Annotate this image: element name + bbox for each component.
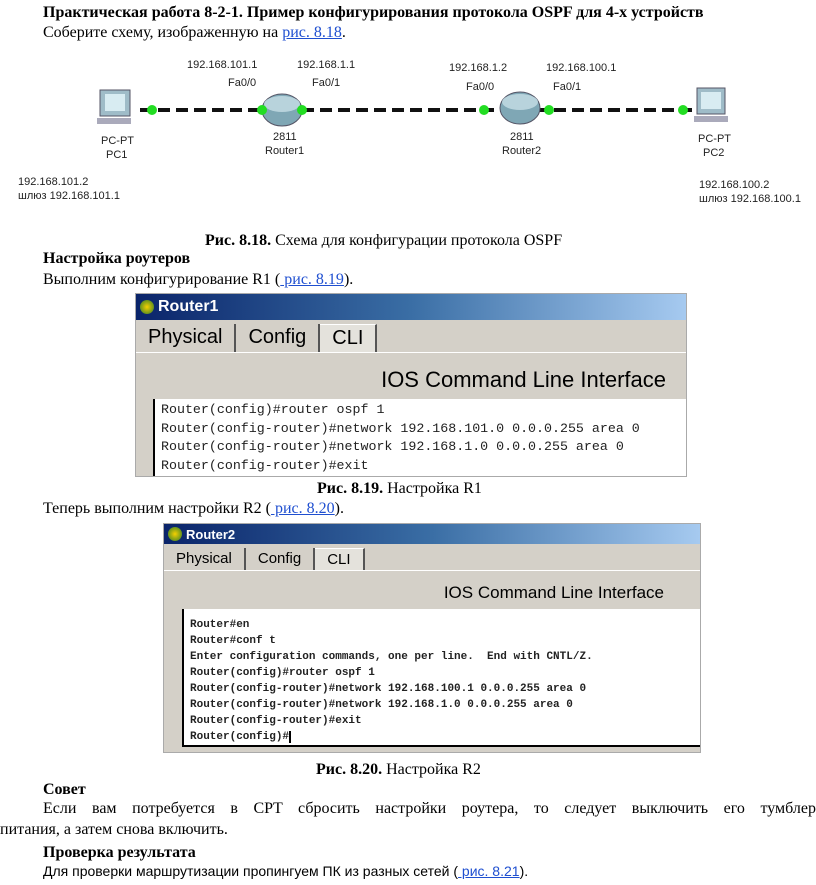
cli-console[interactable]: Router#en Router#conf t Enter configuratio…: [182, 609, 700, 747]
cli-header: IOS Command Line Interface: [443, 583, 664, 602]
caption-num: Рис. 8.20.: [316, 761, 383, 778]
pc1-icon[interactable]: [97, 89, 131, 124]
caption-num: Рис. 8.18.: [205, 232, 272, 249]
pc2-gateway: шлюз 192.168.100.1: [699, 193, 801, 205]
r2-intro-end: ).: [334, 500, 344, 517]
section-router-setup: Настройка роутеров: [43, 250, 191, 267]
tip-line-2: питания, а затем снова включить.: [0, 821, 228, 838]
fig-820-link[interactable]: рис. 8.20: [271, 500, 335, 517]
router1-window: Router1 Physical Config CLI IOS Command …: [135, 293, 687, 477]
r2-fa00-ip: 192.168.1.2: [449, 62, 507, 74]
router2-tabs: Physical Config CLI: [164, 548, 700, 571]
r1-intro-end: ).: [343, 271, 354, 288]
cli-console[interactable]: Router(config)#router ospf 1 Router(confi…: [153, 399, 686, 476]
router1-tabs: Physical Config CLI: [136, 324, 686, 353]
page-heading: Практическая работа 8-2-1. Пример конфиг…: [43, 4, 704, 21]
router2-titlebar: Router2: [164, 524, 700, 544]
window-title: Router2: [186, 526, 236, 542]
cli-line: Router(config-router)#network 192.168.1.…: [190, 699, 573, 711]
pc2-ip: 192.168.100.2: [699, 179, 769, 191]
fig-821-link[interactable]: рис. 8.21: [458, 863, 520, 879]
router1-icon[interactable]: [261, 93, 303, 127]
caption-text: Настройка R1: [383, 480, 482, 497]
r2-intro: Теперь выполним настройки R2 ( рис. 8.20…: [43, 499, 344, 518]
fig-819-caption: Рис. 8.19. Настройка R1: [317, 479, 482, 498]
check-end: ).: [519, 863, 529, 879]
cli-line: Router(config-router)#exit: [190, 715, 362, 727]
pc1-name: PC1: [106, 149, 127, 161]
pc1-type: PC-PT: [101, 135, 134, 147]
r2-model: 2811: [510, 131, 534, 143]
network-diagram: 192.168.101.1 Fa0/0 192.168.1.1 Fa0/1 19…: [18, 59, 801, 205]
tab-config[interactable]: Config: [236, 324, 321, 352]
r1-model: 2811: [273, 131, 297, 143]
router2-icon[interactable]: [499, 91, 541, 125]
r1-fa00-ip: 192.168.101.1: [187, 59, 257, 71]
r1-name: Router1: [265, 145, 304, 157]
tab-config[interactable]: Config: [246, 548, 316, 570]
cli-line: Router(config)#router ospf 1: [190, 667, 375, 679]
caption-text: Схема для конфигурации протокола OSPF: [271, 232, 563, 249]
check-line: Для проверки маршрутизации пропингуем ПК…: [43, 862, 528, 881]
r2-fa01-ip: 192.168.100.1: [546, 62, 616, 74]
cli-line: Router(config)#router ospf 1: [161, 402, 385, 417]
cli-line: Router(config-router)#exit: [161, 457, 369, 473]
tab-physical[interactable]: Physical: [136, 324, 237, 352]
tab-physical[interactable]: Physical: [164, 548, 246, 570]
window-title: Router1: [158, 298, 219, 315]
router-app-icon: [168, 527, 182, 541]
tip-line-1: Если вам потребуется в CPT сбросить наст…: [43, 800, 816, 817]
r1-fa00: Fa0/0: [228, 77, 256, 89]
intro-text: Соберите схему, изображенную на: [43, 24, 283, 41]
tip-title: Совет: [43, 781, 86, 798]
router-app-icon: [140, 300, 154, 314]
pc2-type: PC-PT: [698, 133, 731, 145]
cli-prompt: Router(config)#: [190, 731, 290, 743]
pc1-ip: 192.168.101.2: [18, 176, 88, 188]
fig-819-link[interactable]: рис. 8.19: [280, 271, 344, 288]
r2-name: Router2: [502, 145, 541, 157]
r2-fa00: Fa0/0: [466, 81, 494, 93]
r1-intro: Выполним конфигурирование R1 ( рис. 8.19…: [43, 270, 353, 289]
pc2-icon[interactable]: [694, 87, 728, 122]
cli-line: Router(config-router)#network 192.168.1.…: [161, 439, 624, 454]
cli-line: Enter configuration commands, one per li…: [190, 651, 593, 663]
fig-820-caption: Рис. 8.20. Настройка R2: [316, 760, 481, 779]
r2-intro-text: Теперь выполним настройки R2 (: [43, 500, 271, 517]
intro-line: Соберите схему, изображенную на рис. 8.1…: [43, 23, 346, 42]
cli-line: Router(config)#​: [190, 729, 694, 745]
caption-text: Настройка R2: [382, 761, 481, 778]
router1-titlebar: Router1: [136, 294, 686, 320]
cli-line: Router#en: [190, 619, 250, 631]
r1-intro-text: Выполним конфигурирование R1 (: [43, 271, 281, 288]
intro-end: .: [341, 24, 346, 41]
tab-cli[interactable]: CLI: [320, 324, 378, 352]
caption-num: Рис. 8.19.: [317, 480, 384, 497]
pc2-name: PC2: [703, 147, 724, 159]
fig-818-link[interactable]: рис. 8.18: [282, 24, 342, 41]
section-check: Проверка результата: [43, 844, 196, 861]
cli-header: IOS Command Line Interface: [381, 367, 666, 392]
r1-fa01-ip: 192.168.1.1: [297, 59, 355, 71]
pc1-gateway: шлюз 192.168.101.1: [18, 190, 120, 202]
cli-line: Router#conf t: [190, 635, 276, 647]
check-text: Для проверки маршрутизации пропингуем ПК…: [43, 863, 459, 879]
router2-window: Router2 Physical Config CLI IOS Command …: [163, 523, 701, 753]
cli-line: Router(config-router)#network 192.168.10…: [161, 420, 640, 436]
cli-line: Router(config-router)#network 192.168.10…: [190, 683, 587, 695]
r2-fa01: Fa0/1: [553, 81, 581, 93]
tab-cli[interactable]: CLI: [315, 548, 365, 570]
cli-cursor: ​: [289, 731, 292, 743]
fig-818-caption: Рис. 8.18. Схема для конфигурации проток…: [205, 231, 562, 250]
r1-fa01: Fa0/1: [312, 77, 340, 89]
